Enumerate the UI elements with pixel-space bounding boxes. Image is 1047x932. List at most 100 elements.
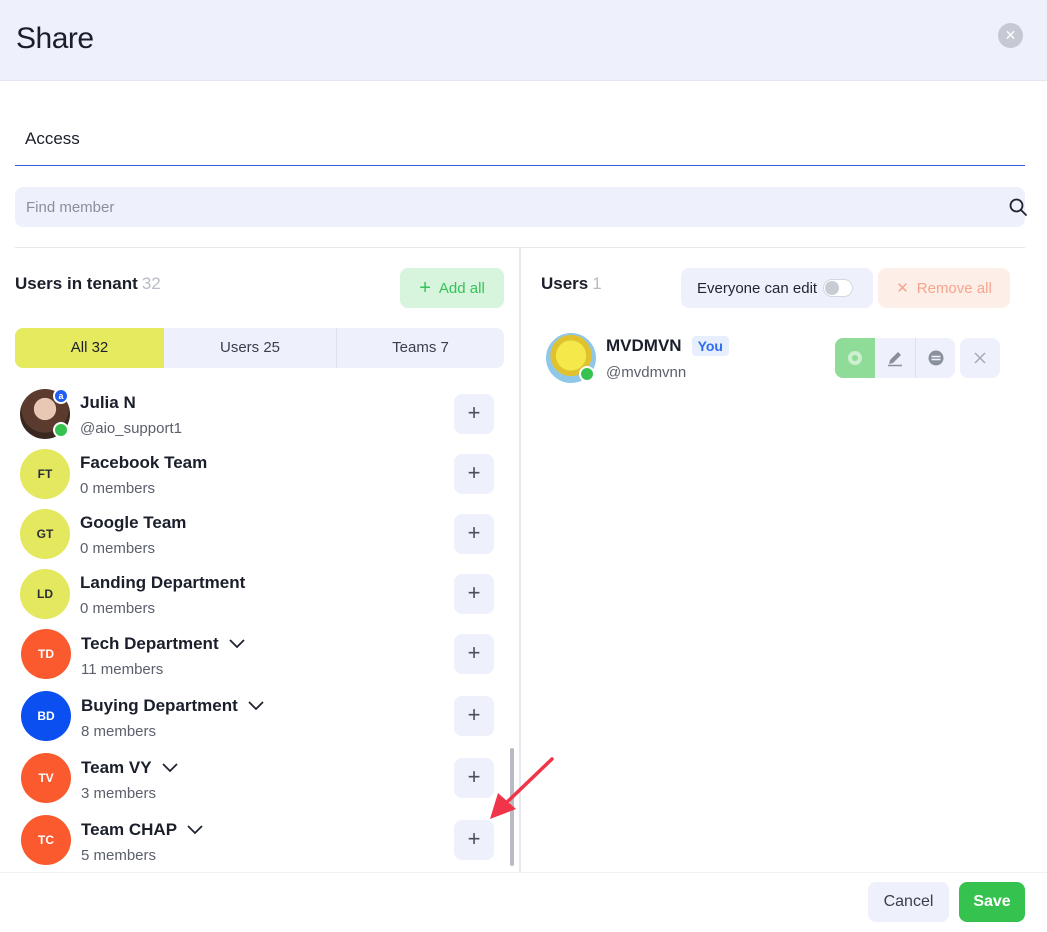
- avatar: FT: [20, 449, 70, 499]
- dialog-title: Share: [16, 22, 94, 55]
- member-row: a Julia N @aio_support1 +: [0, 388, 519, 449]
- add-member-button[interactable]: +: [454, 454, 494, 494]
- permission-edit-button[interactable]: [875, 338, 915, 378]
- avatar: TC: [21, 815, 71, 865]
- chevron-down-icon[interactable]: [228, 639, 245, 649]
- restrict-icon: [928, 350, 943, 366]
- member-name: Tech Department: [81, 634, 245, 654]
- online-status-icon: [53, 422, 69, 438]
- shared-user-name: MVDMVN You: [606, 336, 729, 356]
- member-row: TV Team VY 3 members +: [0, 753, 519, 813]
- filter-tab-all[interactable]: All 32: [15, 328, 164, 368]
- add-member-button[interactable]: +: [454, 696, 494, 736]
- left-panel-title-text: Users in tenant: [15, 274, 138, 293]
- member-list-scrollbar[interactable]: [510, 748, 514, 866]
- plus-icon: +: [419, 277, 431, 299]
- panel-divider-vertical: [519, 248, 521, 872]
- toggle-knob: [825, 281, 840, 295]
- plus-icon: +: [467, 640, 481, 665]
- member-name: Buying Department: [81, 696, 264, 716]
- member-row: TC Team CHAP 5 members +: [0, 815, 519, 875]
- add-member-button[interactable]: +: [454, 634, 494, 674]
- member-name-text: Facebook Team: [80, 453, 208, 472]
- plus-icon: +: [467, 460, 481, 485]
- save-button[interactable]: Save: [959, 882, 1025, 922]
- member-name-text: Google Team: [80, 513, 187, 532]
- filter-tab-teams[interactable]: Teams 7: [337, 328, 504, 368]
- member-name-text: Team CHAP: [81, 820, 178, 839]
- everyone-can-edit: Everyone can edit: [681, 268, 873, 308]
- permission-restrict-button[interactable]: [915, 338, 955, 378]
- everyone-can-edit-toggle[interactable]: [823, 279, 854, 297]
- member-sub: 8 members: [81, 723, 157, 740]
- member-row: GT Google Team 0 members +: [0, 509, 519, 569]
- member-name: Team CHAP: [81, 820, 203, 840]
- add-member-button[interactable]: +: [454, 758, 494, 798]
- remove-user-button[interactable]: [960, 338, 1000, 378]
- avatar: TD: [21, 629, 71, 679]
- search-icon[interactable]: [1008, 197, 1028, 217]
- left-panel-title: Users in tenant 32: [15, 274, 161, 294]
- close-button[interactable]: ✕: [998, 23, 1023, 48]
- chevron-down-icon[interactable]: [187, 825, 203, 835]
- member-name-text: Buying Department: [81, 696, 238, 715]
- avatar: GT: [20, 509, 70, 559]
- member-name-text: Landing Department: [80, 573, 246, 592]
- plus-icon: +: [467, 764, 481, 789]
- member-sub: 11 members: [81, 661, 164, 678]
- plus-icon: +: [467, 580, 481, 605]
- admin-badge-icon: a: [53, 388, 69, 404]
- left-panel-count: 32: [141, 274, 161, 293]
- member-sub: @aio_support1: [80, 420, 182, 437]
- member-sub: 0 members: [80, 600, 156, 617]
- member-name: Google Team: [80, 513, 186, 533]
- member-row: LD Landing Department 0 members +: [0, 569, 519, 629]
- member-sub: 0 members: [80, 540, 156, 557]
- shared-user-name-text: MVDMVN: [606, 336, 682, 355]
- right-panel-title: Users 1: [541, 274, 602, 294]
- add-all-button[interactable]: + Add all: [400, 268, 504, 308]
- tab-underline: [15, 165, 1025, 166]
- online-status-icon: [579, 366, 595, 382]
- tab-access[interactable]: Access: [25, 129, 80, 149]
- member-row: BD Buying Department 8 members +: [0, 691, 519, 751]
- chevron-down-icon[interactable]: [161, 763, 178, 773]
- add-member-button[interactable]: +: [454, 394, 494, 434]
- you-badge: You: [691, 336, 729, 356]
- remove-all-label: Remove all: [916, 279, 992, 297]
- search-box: [15, 187, 1028, 227]
- plus-icon: +: [467, 520, 481, 545]
- dialog-header: Share ✕: [0, 0, 1047, 81]
- member-name-text: Team VY: [81, 758, 152, 777]
- cancel-button[interactable]: Cancel: [868, 882, 949, 922]
- member-name: Team VY: [81, 758, 178, 778]
- close-icon: [974, 352, 986, 364]
- chevron-down-icon[interactable]: [248, 701, 264, 711]
- member-sub: 5 members: [81, 847, 157, 864]
- member-filter-tabs: All 32 Users 25 Teams 7: [15, 328, 504, 368]
- member-row: FT Facebook Team 0 members +: [0, 449, 519, 509]
- permission-view-button[interactable]: [835, 338, 875, 378]
- member-name-text: Tech Department: [81, 634, 219, 653]
- filter-tab-users[interactable]: Users 25: [164, 328, 337, 368]
- eye-icon: [848, 351, 862, 365]
- member-sub: 0 members: [80, 480, 156, 497]
- everyone-can-edit-label: Everyone can edit: [697, 279, 818, 297]
- close-icon: ✕: [1004, 27, 1017, 43]
- member-sub: 3 members: [81, 785, 157, 802]
- add-member-button[interactable]: +: [454, 574, 494, 614]
- add-all-label: Add all: [438, 279, 485, 297]
- right-panel-count: 1: [592, 274, 602, 293]
- add-member-button[interactable]: +: [454, 820, 494, 860]
- avatar: TV: [21, 753, 71, 803]
- member-name-text: Julia N: [80, 393, 136, 412]
- plus-icon: +: [467, 400, 481, 425]
- search-input[interactable]: [15, 187, 975, 227]
- avatar: BD: [21, 691, 71, 741]
- member-name: Julia N: [80, 393, 136, 413]
- add-member-button[interactable]: +: [454, 514, 494, 554]
- member-name: Facebook Team: [80, 453, 207, 473]
- pencil-icon: [888, 352, 902, 367]
- remove-all-button[interactable]: ✕ Remove all: [878, 268, 1010, 308]
- avatar: LD: [20, 569, 70, 619]
